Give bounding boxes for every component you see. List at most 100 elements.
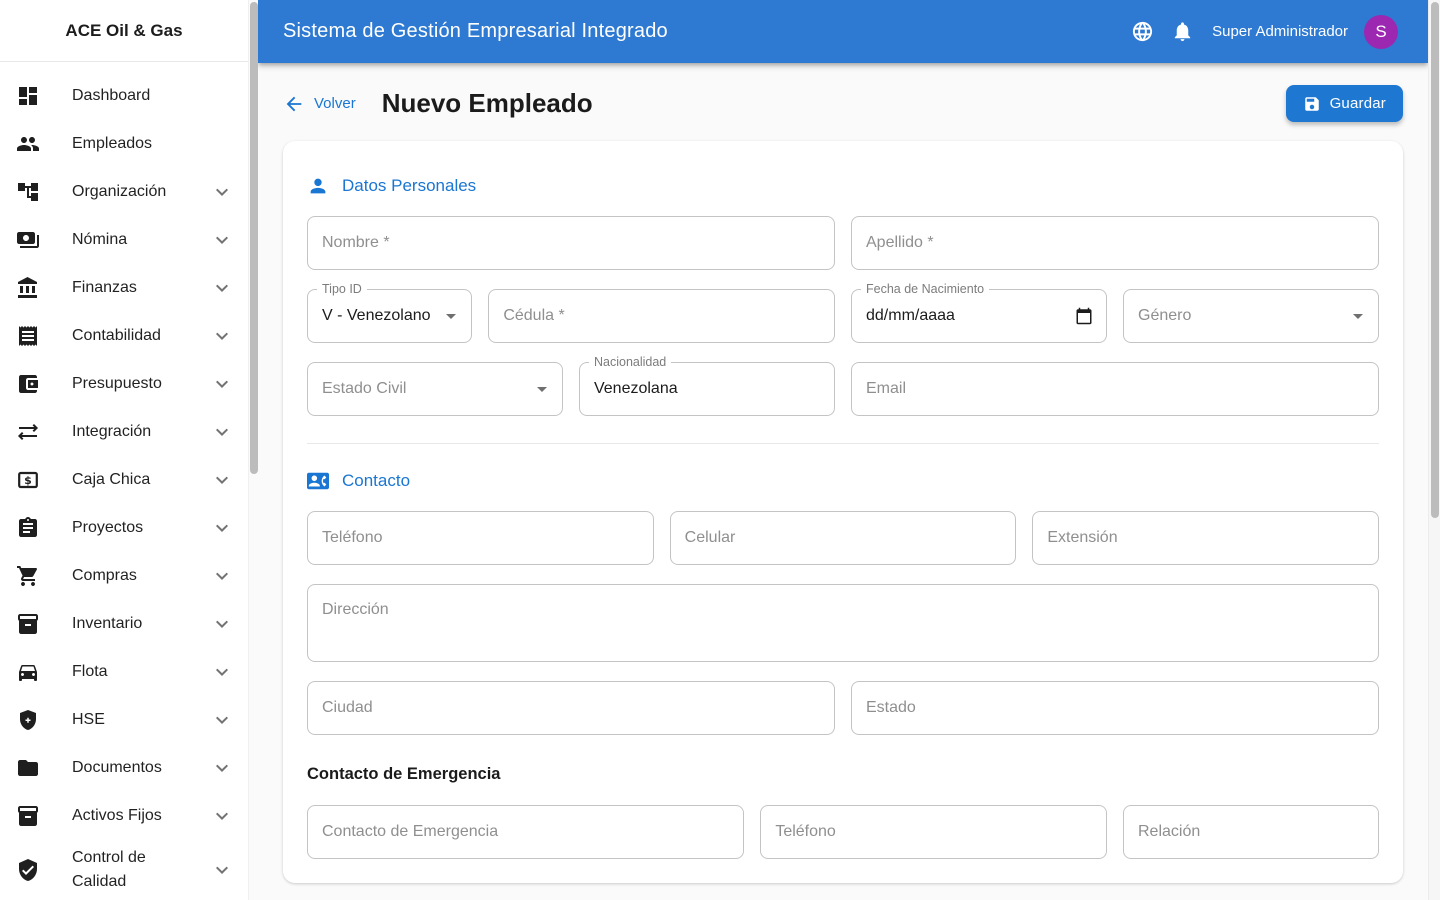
app-bar: Sistema de Gestión Empresarial Integrado… xyxy=(258,0,1428,63)
dropdown-arrow-icon[interactable] xyxy=(1346,304,1370,328)
chevron-down-icon[interactable] xyxy=(210,180,234,204)
field-label: Teléfono xyxy=(775,823,836,841)
sidebar-item-presupuesto[interactable]: Presupuesto xyxy=(0,360,258,408)
field-label: Email xyxy=(866,380,906,398)
sidebar-scrollbar-thumb[interactable] xyxy=(250,2,258,474)
bell-icon[interactable] xyxy=(1162,12,1202,52)
folder-icon xyxy=(16,756,40,780)
chevron-down-icon[interactable] xyxy=(210,228,234,252)
people-icon xyxy=(16,132,40,156)
dropdown-arrow-icon[interactable] xyxy=(530,377,554,401)
sidebar-item-flota[interactable]: Flota xyxy=(0,648,258,696)
sidebar-item-empleados[interactable]: Empleados xyxy=(0,120,258,168)
inventory-box-icon xyxy=(16,612,40,636)
dashboard-icon xyxy=(16,84,40,108)
telefono-field[interactable]: Teléfono xyxy=(307,511,654,565)
chevron-down-icon[interactable] xyxy=(210,564,234,588)
form-card: Datos Personales Nombre * Apellido * Tip… xyxy=(283,141,1403,883)
sidebar-item-organizacion[interactable]: Organización xyxy=(0,168,258,216)
emergency-heading: Contacto de Emergencia xyxy=(307,765,1379,784)
org-tree-icon xyxy=(16,180,40,204)
sidebar-item-label: Inventario xyxy=(72,612,142,636)
sidebar-item-label: Caja Chica xyxy=(72,468,150,492)
field-label: Dirección xyxy=(322,601,389,619)
estado-field[interactable]: Estado xyxy=(851,681,1379,735)
back-button[interactable]: Volver xyxy=(283,93,356,115)
cedula-field[interactable]: Cédula * xyxy=(488,289,835,343)
section-datos-personales: Datos Personales xyxy=(307,175,1379,197)
person-icon xyxy=(307,175,329,197)
shield-check-icon xyxy=(16,858,40,882)
main-area: Sistema de Gestión Empresarial Integrado… xyxy=(258,0,1428,900)
sidebar-item-documentos[interactable]: Documentos xyxy=(0,744,258,792)
sidebar-item-integracion[interactable]: Integración xyxy=(0,408,258,456)
globe-icon[interactable] xyxy=(1122,12,1162,52)
fecha-nacimiento-field[interactable]: Fecha de Nacimiento dd/mm/aaaa xyxy=(851,289,1107,343)
field-label: Apellido * xyxy=(866,234,934,252)
tipo-id-select[interactable]: Tipo ID V - Venezolano xyxy=(307,289,472,343)
chevron-down-icon[interactable] xyxy=(210,420,234,444)
direccion-field[interactable]: Dirección xyxy=(307,584,1379,662)
extension-field[interactable]: Extensión xyxy=(1032,511,1379,565)
save-icon xyxy=(1303,95,1321,113)
page-scrollbar[interactable] xyxy=(1428,0,1440,900)
save-button[interactable]: Guardar xyxy=(1286,85,1403,122)
sidebar: ACE Oil & Gas Dashboard Empleados Organi… xyxy=(0,0,258,900)
chevron-down-icon[interactable] xyxy=(210,858,234,882)
chevron-down-icon[interactable] xyxy=(210,612,234,636)
field-value: dd/mm/aaaa xyxy=(866,307,955,325)
nombre-field[interactable]: Nombre * xyxy=(307,216,835,270)
telefono-emergencia-field[interactable]: Teléfono xyxy=(760,805,1107,859)
chevron-down-icon[interactable] xyxy=(210,276,234,300)
wallet-icon xyxy=(16,372,40,396)
field-label: Estado xyxy=(866,699,916,717)
ciudad-field[interactable]: Ciudad xyxy=(307,681,835,735)
sidebar-item-compras[interactable]: Compras xyxy=(0,552,258,600)
contacto-emergencia-field[interactable]: Contacto de Emergencia xyxy=(307,805,744,859)
sidebar-item-control-calidad[interactable]: Control de Calidad xyxy=(0,840,258,900)
chevron-down-icon[interactable] xyxy=(210,804,234,828)
inventory-box-icon xyxy=(16,804,40,828)
calendar-icon[interactable] xyxy=(1075,307,1093,325)
receipt-icon xyxy=(16,324,40,348)
chevron-down-icon[interactable] xyxy=(210,468,234,492)
sync-arrows-icon xyxy=(16,420,40,444)
sidebar-item-label: Documentos xyxy=(72,756,162,780)
sidebar-item-dashboard[interactable]: Dashboard xyxy=(0,72,258,120)
sidebar-item-nomina[interactable]: Nómina xyxy=(0,216,258,264)
chevron-down-icon[interactable] xyxy=(210,516,234,540)
chevron-down-icon[interactable] xyxy=(210,372,234,396)
car-icon xyxy=(16,660,40,684)
sidebar-item-contabilidad[interactable]: Contabilidad xyxy=(0,312,258,360)
field-label: Género xyxy=(1138,307,1191,325)
field-label: Fecha de Nacimiento xyxy=(861,281,989,297)
chevron-down-icon[interactable] xyxy=(210,660,234,684)
chevron-down-icon[interactable] xyxy=(210,324,234,348)
section-divider xyxy=(307,443,1379,444)
sidebar-item-proyectos[interactable]: Proyectos xyxy=(0,504,258,552)
shield-plus-icon xyxy=(16,708,40,732)
page-scrollbar-thumb[interactable] xyxy=(1431,2,1439,518)
nacionalidad-field[interactable]: Nacionalidad Venezolana xyxy=(579,362,835,416)
dropdown-arrow-icon[interactable] xyxy=(439,304,463,328)
sidebar-item-caja-chica[interactable]: $ Caja Chica xyxy=(0,456,258,504)
chevron-down-icon[interactable] xyxy=(210,756,234,780)
sidebar-scrollbar[interactable] xyxy=(248,0,258,900)
sidebar-item-activos-fijos[interactable]: Activos Fijos xyxy=(0,792,258,840)
avatar[interactable]: S xyxy=(1364,15,1398,49)
email-field[interactable]: Email xyxy=(851,362,1379,416)
celular-field[interactable]: Celular xyxy=(670,511,1017,565)
field-label: Ciudad xyxy=(322,699,373,717)
apellido-field[interactable]: Apellido * xyxy=(851,216,1379,270)
chevron-down-icon[interactable] xyxy=(210,708,234,732)
sidebar-item-hse[interactable]: HSE xyxy=(0,696,258,744)
field-label: Cédula * xyxy=(503,307,564,325)
estado-civil-select[interactable]: Estado Civil xyxy=(307,362,563,416)
section-contacto: Contacto xyxy=(307,470,1379,492)
genero-select[interactable]: Género xyxy=(1123,289,1379,343)
relacion-field[interactable]: Relación xyxy=(1123,805,1379,859)
sidebar-item-finanzas[interactable]: Finanzas xyxy=(0,264,258,312)
field-value: V - Venezolano xyxy=(322,307,431,325)
sidebar-item-inventario[interactable]: Inventario xyxy=(0,600,258,648)
page-title: Nuevo Empleado xyxy=(382,88,593,119)
